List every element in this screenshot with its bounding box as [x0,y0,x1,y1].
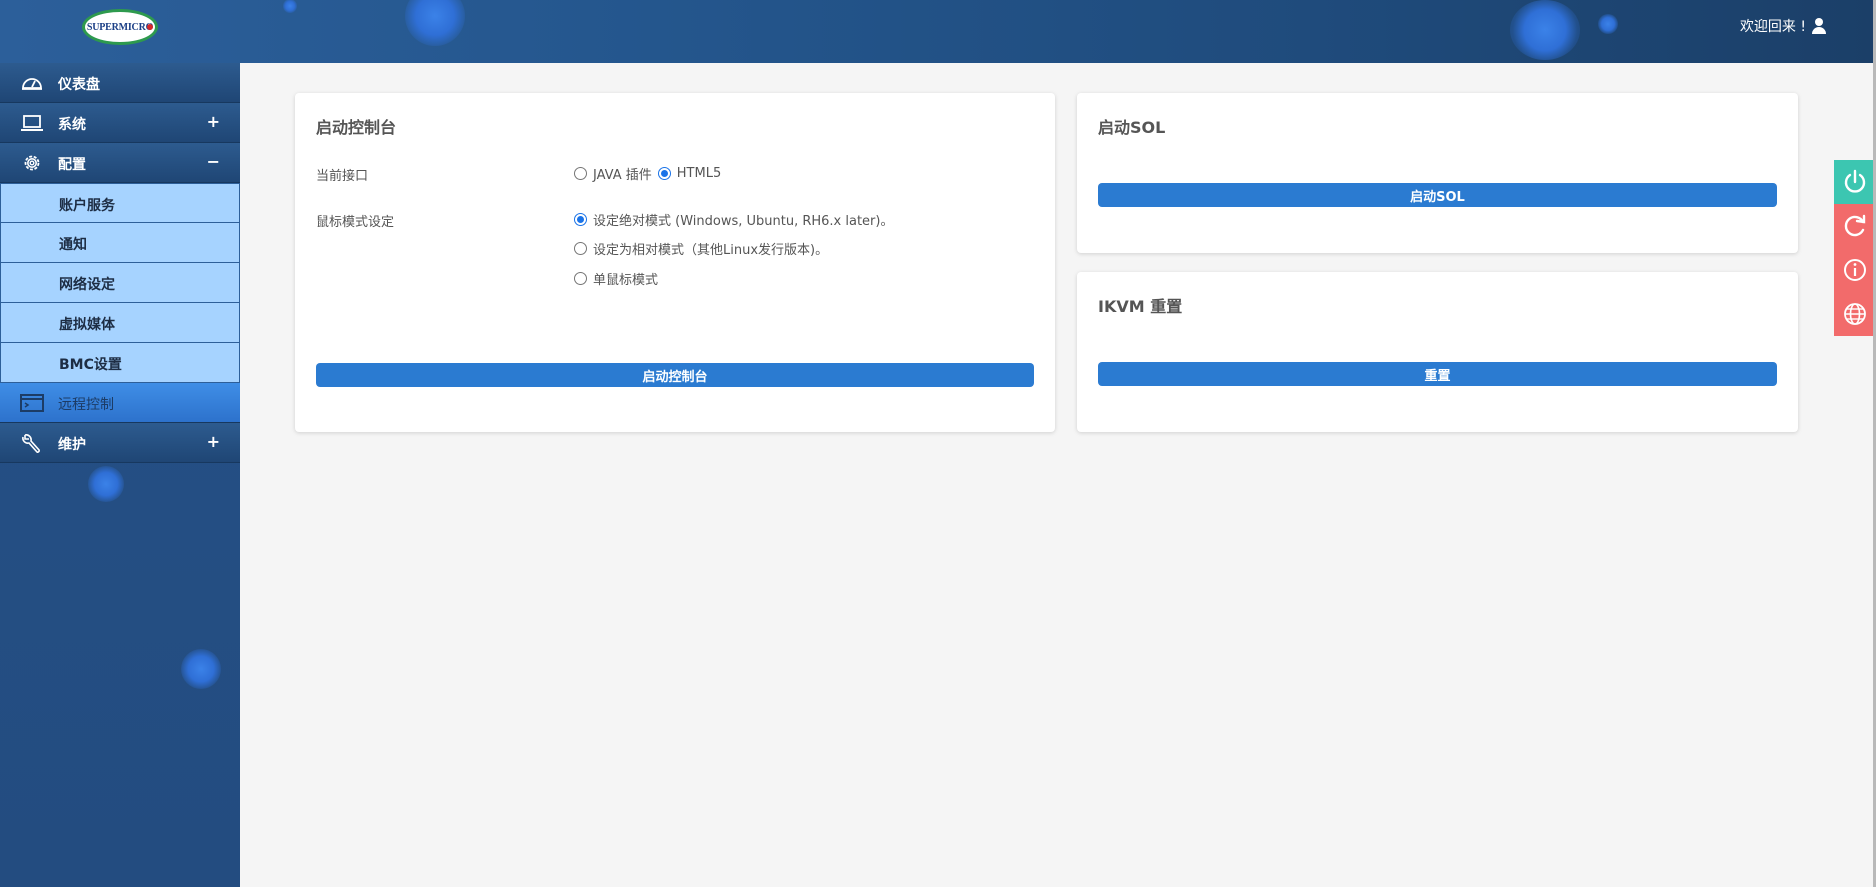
sidebar-subitem-bmc-settings[interactable]: BMC设置 [0,343,240,383]
decor-bubble [1598,14,1618,34]
sidebar-item-label: 系统 [58,117,86,133]
radio-absolute-mode[interactable] [574,213,587,226]
card-title: 启动SOL [1098,118,1166,137]
sidebar-subitem-notification[interactable]: 通知 [0,223,240,263]
expand-icon: + [206,432,220,451]
radio-java-plugin[interactable] [574,167,587,180]
card-title: IKVM 重置 [1098,297,1183,316]
sidebar-item-config[interactable]: 配置 − [0,143,240,183]
card-title: 启动控制台 [316,118,397,137]
radio-single-mouse[interactable] [574,272,587,285]
decor-bubble [181,649,221,689]
top-header: SUPERMICRO 欢迎回来 ! [0,0,1876,63]
supermicro-logo[interactable]: SUPERMICRO [82,9,158,45]
sidebar: 仪表盘 系统 + 配置 − 账户服务 通知 网络设定 虚拟媒体 BMC设置 远程… [0,63,240,887]
launch-sol-button[interactable]: 启动SOL [1098,183,1777,207]
collapse-icon: − [206,152,220,171]
interface-options: JAVA 插件 HTML5 [574,164,721,183]
sidebar-item-remote-control[interactable]: 远程控制 [0,383,240,423]
sidebar-item-label: 维护 [58,437,86,453]
decor-bubble [88,466,124,502]
sidebar-item-system[interactable]: 系统 + [0,103,240,143]
mouse-option-relative: 设定为相对模式（其他Linux发行版本)。 [574,239,828,258]
launch-console-button[interactable]: 启动控制台 [316,363,1034,387]
radio-label: 设定绝对模式 (Windows, Ubuntu, RH6.x later)。 [593,214,894,229]
welcome-text: 欢迎回来 ! [1739,19,1806,35]
radio-label: 单鼠标模式 [593,273,659,288]
subitem-label: 网络设定 [59,277,115,293]
decor-bubble [1510,0,1580,60]
radio-html5[interactable] [657,167,671,180]
logo-dot [147,24,153,30]
user-icon[interactable] [1812,18,1826,34]
sidebar-item-dashboard[interactable]: 仪表盘 [0,63,240,103]
launch-console-card: 启动控制台 当前接口 JAVA 插件 HTML5 鼠标模式设定 设定绝对模式 (… [295,93,1055,432]
dashboard-icon [20,73,44,93]
refresh-button[interactable] [1834,204,1876,248]
language-button[interactable] [1834,292,1876,336]
subitem-label: BMC设置 [59,357,122,373]
sidebar-item-label: 仪表盘 [58,77,100,93]
refresh-icon [1844,214,1866,237]
sidebar-item-label: 远程控制 [58,397,114,413]
sidebar-subitem-account-services[interactable]: 账户服务 [0,183,240,223]
sidebar-subitem-virtual-media[interactable]: 虚拟媒体 [0,303,240,343]
radio-label: 设定为相对模式（其他Linux发行版本)。 [593,243,829,258]
power-button[interactable] [1834,160,1876,204]
logo-text: SUPERMICRO [86,21,154,33]
sidebar-item-maintenance[interactable]: 维护 + [0,423,240,463]
radio-label: JAVA 插件 [593,168,652,183]
subitem-label: 虚拟媒体 [59,317,115,333]
welcome-area[interactable]: 欢迎回来 ! [1740,16,1826,36]
mouse-option-absolute: 设定绝对模式 (Windows, Ubuntu, RH6.x later)。 [574,210,893,229]
radio-relative-mode[interactable] [574,242,587,255]
expand-icon: + [206,112,220,131]
subitem-label: 通知 [59,237,87,253]
subitem-label: 账户服务 [59,198,115,214]
sidebar-subitem-network[interactable]: 网络设定 [0,263,240,303]
ikvm-reset-button[interactable]: 重置 [1098,362,1777,386]
decor-bubble [405,0,465,46]
console-icon [20,393,44,413]
gear-icon [20,153,44,173]
globe-icon [1844,303,1866,325]
info-button[interactable] [1834,248,1876,292]
ikvm-reset-card: IKVM 重置 重置 [1077,272,1798,432]
mouse-option-single: 单鼠标模式 [574,269,658,288]
laptop-icon [20,113,44,133]
interface-label: 当前接口 [316,169,369,184]
power-icon [1844,169,1866,193]
mouse-mode-label: 鼠标模式设定 [316,215,395,230]
sidebar-item-label: 配置 [58,157,86,173]
radio-label: HTML5 [676,166,722,181]
launch-sol-card: 启动SOL 启动SOL [1077,93,1798,253]
decor-bubble [283,0,297,13]
info-icon [1844,259,1866,281]
wrench-icon [20,433,44,453]
